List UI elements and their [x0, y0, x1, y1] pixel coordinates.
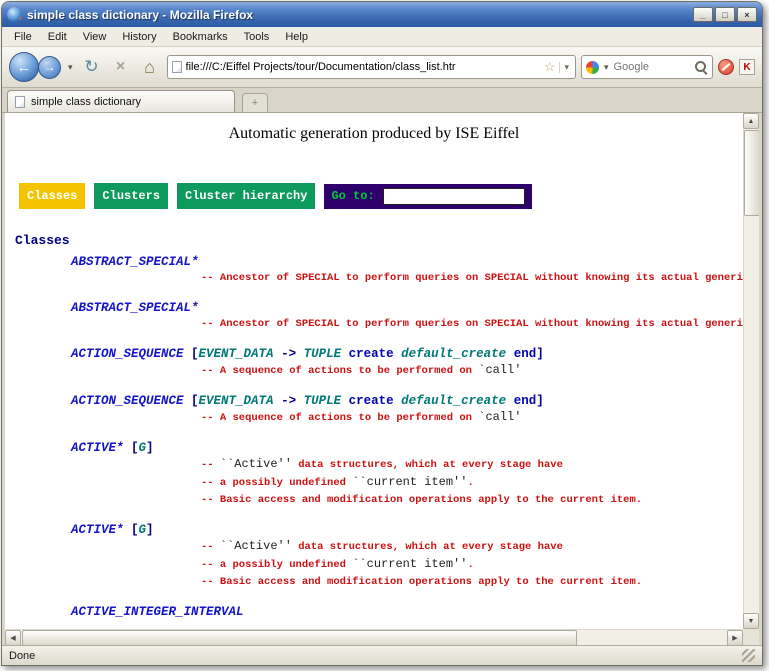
page-title: Automatic generation produced by ISE Eif… — [5, 113, 743, 143]
status-bar: Done — [2, 645, 762, 665]
new-tab-icon: + — [252, 97, 258, 109]
class-signature[interactable]: ACTION_SEQUENCE [EVENT_DATA -> TUPLE cre… — [5, 393, 743, 409]
firefox-icon — [7, 7, 22, 22]
scroll-right-icon[interactable]: ▶ — [727, 630, 743, 645]
history-dropdown-icon[interactable]: ▾ — [66, 62, 75, 73]
classes-section-title: Classes — [15, 233, 743, 248]
vertical-scroll-thumb[interactable] — [744, 130, 760, 216]
vertical-scrollbar[interactable]: ▲ ▼ — [743, 113, 759, 629]
class-signature[interactable]: ACTIVE* [G] — [5, 522, 743, 538]
goto-box: Go to: — [324, 184, 531, 209]
class-comment: -- Basic access and modification operati… — [5, 574, 743, 591]
window-controls: _ □ × — [693, 7, 757, 22]
scroll-left-icon[interactable]: ◀ — [5, 630, 21, 645]
class-comment: -- A sequence of actions to be performed… — [5, 409, 743, 427]
class-entry: ACTIVE* [G]-- ``Active'' data structures… — [5, 522, 743, 591]
back-arrow-icon: ← — [17, 59, 32, 76]
resize-grip[interactable] — [742, 649, 755, 662]
search-input[interactable] — [614, 61, 691, 73]
clusters-button[interactable]: Clusters — [94, 183, 168, 209]
search-box: ▾ — [581, 55, 713, 79]
back-button[interactable]: ← — [9, 52, 39, 82]
class-entry: ABSTRACT_SPECIAL*-- Ancestor of SPECIAL … — [5, 300, 743, 333]
class-entry: ABSTRACT_SPECIAL*-- Ancestor of SPECIAL … — [5, 254, 743, 287]
class-comment: -- Basic access and modification operati… — [5, 492, 743, 509]
class-signature[interactable]: ACTIVE_INTEGER_INTERVAL — [5, 604, 743, 620]
status-text: Done — [9, 650, 35, 662]
class-entry: ACTION_SEQUENCE [EVENT_DATA -> TUPLE cre… — [5, 393, 743, 427]
menu-tools[interactable]: Tools — [236, 29, 278, 45]
menu-help[interactable]: Help — [277, 29, 316, 45]
menu-file[interactable]: File — [6, 29, 40, 45]
tab-simple-class-dictionary[interactable]: simple class dictionary — [7, 90, 235, 112]
navigation-toolbar: ← → ▾ ↻ × ⌂ ☆ ▾ ▾ K — [2, 47, 762, 88]
addon-block-icon[interactable] — [718, 59, 734, 75]
horizontal-scrollbar[interactable]: ◀ ▶ — [5, 629, 743, 645]
doc-nav-row: Classes Clusters Cluster hierarchy Go to… — [19, 183, 743, 209]
tab-label: simple class dictionary — [31, 96, 141, 108]
home-icon[interactable]: ⌂ — [138, 55, 162, 79]
url-bar: ☆ ▾ — [167, 55, 576, 79]
class-comment: -- a possibly undefined ``current item''… — [5, 556, 743, 574]
minimize-icon[interactable]: _ — [693, 7, 713, 22]
class-comment: -- Ancestor of SPECIAL to perform querie… — [5, 316, 743, 333]
google-engine-icon[interactable] — [586, 61, 599, 74]
menu-history[interactable]: History — [114, 29, 164, 45]
class-list: ABSTRACT_SPECIAL*-- Ancestor of SPECIAL … — [5, 254, 743, 620]
class-comment: -- ``Active'' data structures, which at … — [5, 456, 743, 474]
class-comment: -- A sequence of actions to be performed… — [5, 362, 743, 380]
class-signature[interactable]: ACTION_SEQUENCE [EVENT_DATA -> TUPLE cre… — [5, 346, 743, 362]
scroll-down-icon[interactable]: ▼ — [743, 613, 759, 629]
url-input[interactable] — [186, 61, 540, 73]
firefox-window: simple class dictionary - Mozilla Firefo… — [1, 1, 763, 666]
url-dropdown-icon[interactable]: ▾ — [559, 62, 571, 73]
scrollbar-corner — [743, 629, 759, 645]
scroll-up-icon[interactable]: ▲ — [743, 113, 759, 129]
search-engine-dropdown-icon[interactable]: ▾ — [602, 62, 611, 73]
forward-arrow-icon: → — [44, 60, 56, 74]
window-title: simple class dictionary - Mozilla Firefo… — [27, 8, 688, 22]
class-signature[interactable]: ACTIVE* [G] — [5, 440, 743, 456]
classes-button[interactable]: Classes — [19, 183, 85, 209]
class-signature[interactable]: ABSTRACT_SPECIAL* — [5, 254, 743, 270]
bookmark-star-icon[interactable]: ☆ — [544, 59, 556, 75]
horizontal-scroll-thumb[interactable] — [22, 630, 577, 645]
title-bar[interactable]: simple class dictionary - Mozilla Firefo… — [2, 2, 762, 27]
menu-edit[interactable]: Edit — [40, 29, 75, 45]
tab-favicon — [15, 96, 25, 108]
class-comment: -- a possibly undefined ``current item''… — [5, 474, 743, 492]
new-tab-stub[interactable]: + — [242, 93, 268, 112]
search-icon[interactable] — [694, 60, 708, 74]
forward-button[interactable]: → — [38, 56, 61, 79]
reload-icon[interactable]: ↻ — [80, 55, 104, 79]
tab-bar: simple class dictionary + — [2, 88, 762, 113]
menu-bookmarks[interactable]: Bookmarks — [165, 29, 236, 45]
close-icon[interactable]: × — [737, 7, 757, 22]
document-page: Automatic generation produced by ISE Eif… — [5, 113, 743, 629]
class-signature[interactable]: ABSTRACT_SPECIAL* — [5, 300, 743, 316]
stop-icon[interactable]: × — [109, 55, 133, 79]
page-favicon — [172, 61, 182, 73]
goto-input[interactable] — [383, 188, 525, 205]
goto-label: Go to: — [331, 189, 374, 203]
class-comment: -- Ancestor of SPECIAL to perform querie… — [5, 270, 743, 287]
browser-content: Automatic generation produced by ISE Eif… — [2, 113, 762, 645]
class-entry: ACTIVE_INTEGER_INTERVAL — [5, 604, 743, 620]
class-entry: ACTION_SEQUENCE [EVENT_DATA -> TUPLE cre… — [5, 346, 743, 380]
kaspersky-addon-icon[interactable]: K — [739, 59, 755, 75]
class-entry: ACTIVE* [G]-- ``Active'' data structures… — [5, 440, 743, 509]
maximize-icon[interactable]: □ — [715, 7, 735, 22]
menu-bar: File Edit View History Bookmarks Tools H… — [2, 27, 762, 47]
menu-view[interactable]: View — [75, 29, 115, 45]
cluster-hierarchy-button[interactable]: Cluster hierarchy — [177, 183, 315, 209]
class-comment: -- ``Active'' data structures, which at … — [5, 538, 743, 556]
